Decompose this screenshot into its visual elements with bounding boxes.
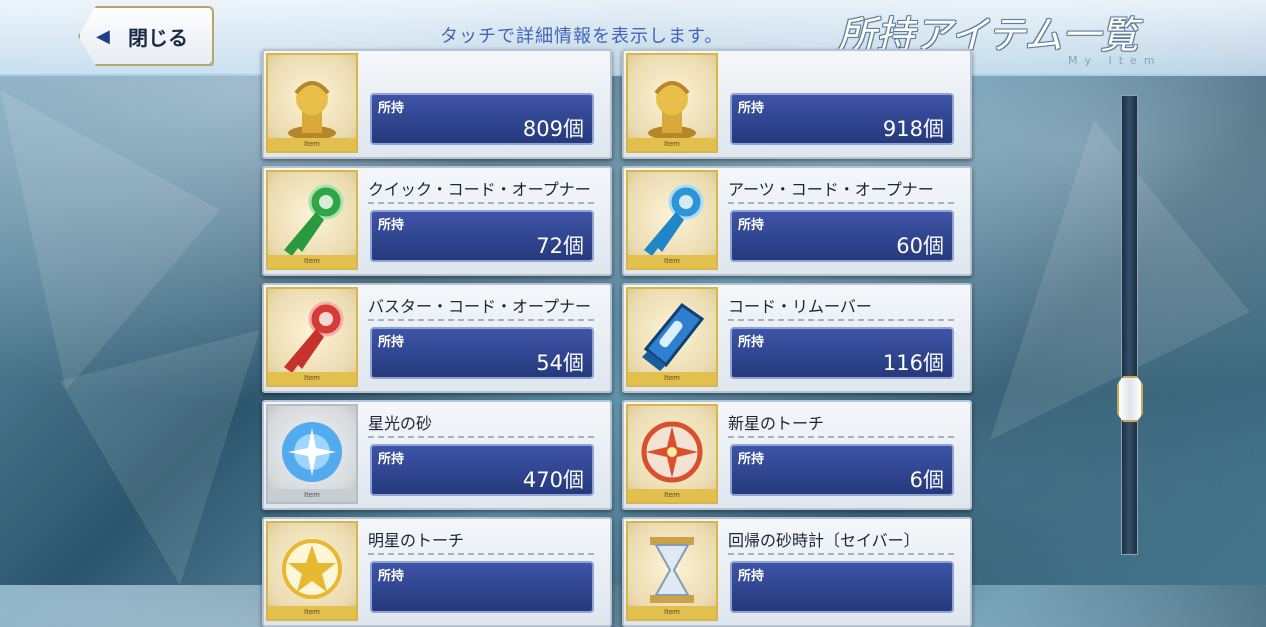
held-box: 所持	[370, 561, 594, 613]
item-tag: Item	[628, 372, 716, 385]
item-quantity: 918個	[882, 117, 944, 141]
item-tag: Item	[268, 372, 356, 385]
held-label: 所持	[738, 218, 765, 233]
item-tag: Item	[268, 138, 356, 151]
item-tag: Item	[268, 489, 356, 502]
held-label: 所持	[378, 569, 405, 584]
divider	[368, 436, 594, 438]
item-tag: Item	[268, 255, 356, 268]
item-card[interactable]: Item アーツ・コード・オープナー 所持 60個	[622, 166, 972, 276]
code-remover-icon	[642, 302, 705, 371]
item-quantity: 60個	[896, 234, 944, 258]
item-quantity: 470個	[522, 468, 584, 492]
item-name: 新星のトーチ	[728, 414, 825, 433]
divider	[368, 202, 594, 204]
held-label: 所持	[738, 101, 765, 116]
divider	[728, 202, 954, 204]
gold-statue-icon	[288, 81, 336, 140]
morning-star-torch-icon	[282, 539, 342, 599]
item-quantity: 54個	[536, 351, 584, 375]
held-box: 所持 72個	[370, 210, 594, 262]
item-name: バスター・コード・オープナー	[368, 297, 592, 316]
item-thumbnail: Item	[626, 521, 718, 621]
nova-torch-icon	[641, 421, 703, 483]
item-thumbnail: Item	[266, 53, 358, 153]
held-label: 所持	[378, 101, 405, 116]
scrollbar-thumb[interactable]	[1117, 376, 1143, 422]
item-card[interactable]: Item 明星のトーチ 所持	[262, 517, 612, 627]
item-name: 明星のトーチ	[368, 531, 465, 550]
item-tag: Item	[628, 255, 716, 268]
item-thumbnail: Item	[626, 404, 718, 504]
held-label: 所持	[738, 452, 765, 467]
item-card[interactable]: Item 所持 918個	[622, 49, 972, 159]
held-label: 所持	[378, 218, 405, 233]
held-box: 所持	[730, 561, 954, 613]
item-card[interactable]: Item クイック・コード・オープナー 所持 72個	[262, 166, 612, 276]
item-quantity: 72個	[536, 234, 584, 258]
divider	[368, 553, 594, 555]
held-label: 所持	[738, 569, 765, 584]
item-name: 星光の砂	[368, 414, 433, 433]
held-label: 所持	[378, 452, 405, 467]
item-thumbnail: Item	[266, 404, 358, 504]
item-thumbnail: Item	[266, 287, 358, 387]
item-grid: Item 所持 809個 Item 所持 918個 Item クイック・コード・…	[0, 0, 1266, 627]
blue-key-icon	[644, 184, 704, 256]
item-card[interactable]: Item コード・リムーバー 所持 116個	[622, 283, 972, 393]
item-thumbnail: Item	[266, 170, 358, 270]
held-box: 所持 116個	[730, 327, 954, 379]
item-quantity: 809個	[522, 117, 584, 141]
gold-statue-icon	[648, 81, 696, 140]
held-box: 所持 809個	[370, 93, 594, 145]
item-quantity: 6個	[909, 468, 944, 492]
scrollbar-track[interactable]	[1121, 95, 1138, 555]
item-thumbnail: Item	[266, 521, 358, 621]
item-thumbnail: Item	[626, 53, 718, 153]
item-tag: Item	[628, 606, 716, 619]
divider	[728, 436, 954, 438]
held-label: 所持	[378, 335, 405, 350]
held-box: 所持 6個	[730, 444, 954, 496]
item-name: コード・リムーバー	[728, 297, 872, 316]
held-box: 所持 470個	[370, 444, 594, 496]
item-quantity: 116個	[882, 351, 944, 375]
held-box: 所持 54個	[370, 327, 594, 379]
red-key-icon	[284, 301, 344, 373]
item-name: 回帰の砂時計〔セイバー〕	[728, 531, 920, 550]
item-name: アーツ・コード・オープナー	[728, 180, 934, 199]
divider	[368, 319, 594, 321]
hourglass-icon	[650, 537, 694, 603]
item-card[interactable]: Item バスター・コード・オープナー 所持 54個	[262, 283, 612, 393]
item-thumbnail: Item	[626, 170, 718, 270]
item-name: クイック・コード・オープナー	[368, 180, 591, 199]
green-key-icon	[284, 184, 344, 256]
item-card[interactable]: Item 回帰の砂時計〔セイバー〕 所持	[622, 517, 972, 627]
held-box: 所持 60個	[730, 210, 954, 262]
held-box: 所持 918個	[730, 93, 954, 145]
item-card[interactable]: Item 所持 809個	[262, 49, 612, 159]
item-thumbnail: Item	[626, 287, 718, 387]
divider	[728, 553, 954, 555]
item-tag: Item	[628, 489, 716, 502]
stardust-icon	[282, 422, 342, 482]
item-tag: Item	[268, 606, 356, 619]
item-card[interactable]: Item 星光の砂 所持 470個	[262, 400, 612, 510]
held-label: 所持	[738, 335, 765, 350]
divider	[728, 319, 954, 321]
item-card[interactable]: Item 新星のトーチ 所持 6個	[622, 400, 972, 510]
item-tag: Item	[628, 138, 716, 151]
